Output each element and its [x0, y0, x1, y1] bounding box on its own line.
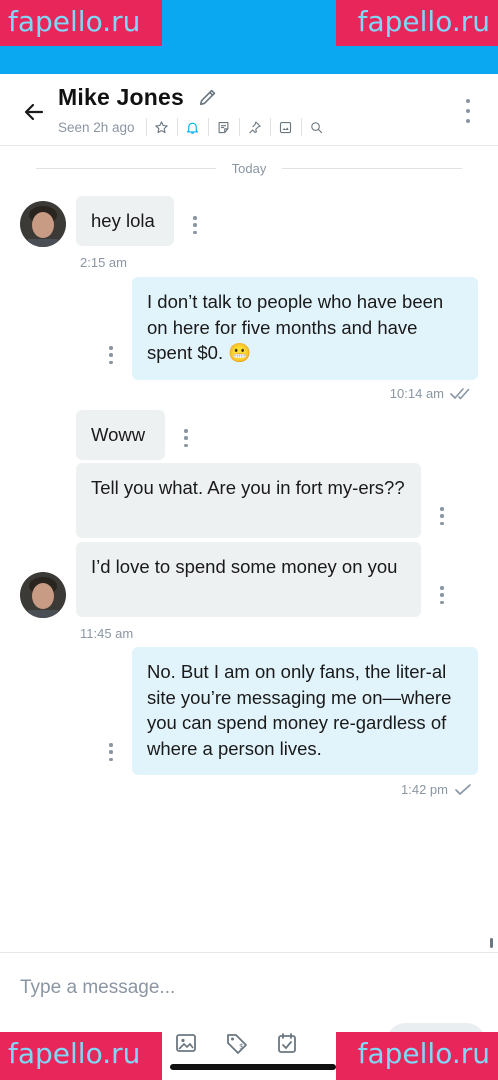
check-icon — [455, 783, 471, 795]
message-options-button[interactable] — [106, 346, 116, 364]
watermark: fapello.ru — [0, 1032, 162, 1080]
message-options-button[interactable] — [181, 429, 191, 447]
message-time: 10:14 am — [389, 386, 444, 401]
header-subline: Seen 2h ago — [58, 118, 329, 136]
divider — [300, 118, 302, 136]
star-icon[interactable] — [152, 117, 172, 137]
watermark: fapello.ru — [336, 1032, 498, 1080]
message-text: I don’t talk to people who have been on … — [147, 291, 444, 363]
message-bubble[interactable]: I don’t talk to people who have been on … — [132, 277, 478, 380]
edit-name-button[interactable] — [197, 86, 221, 110]
divider — [269, 118, 271, 136]
divider — [145, 118, 147, 136]
message-text: Woww — [91, 424, 146, 445]
message-options-button[interactable] — [437, 586, 447, 604]
divider — [176, 118, 178, 136]
pin-icon[interactable] — [245, 117, 265, 137]
image-icon[interactable] — [172, 1029, 200, 1057]
message-bubble[interactable]: Tell you what. Are you in fort my-ers?? — [76, 463, 421, 538]
watermark: fapello.ru — [0, 0, 162, 46]
divider — [238, 118, 240, 136]
avatar[interactable] — [20, 572, 66, 618]
message-bubble[interactable]: No. But I am on only fans, the liter-al … — [132, 647, 478, 775]
message-options-button[interactable] — [190, 216, 200, 234]
home-indicator[interactable] — [170, 1064, 336, 1070]
message-time: 1:42 pm — [401, 782, 448, 797]
double-check-icon — [450, 387, 470, 399]
notes-icon[interactable] — [214, 117, 234, 137]
calendar-check-icon[interactable] — [273, 1029, 301, 1057]
message-bubble[interactable]: hey lola — [76, 196, 174, 246]
message-text: No. But I am on only fans, the liter-al … — [147, 661, 452, 759]
price-tag-icon[interactable]: $ — [223, 1029, 251, 1057]
message-meta: 10:14 am — [390, 386, 474, 401]
pencil-icon — [199, 89, 216, 106]
message-text: Tell you what. Are you in fort my-ers?? — [91, 477, 405, 498]
more-options-button[interactable] — [456, 96, 480, 126]
image-icon[interactable] — [276, 117, 296, 137]
message-text: I’d love to spend some money on you — [91, 556, 398, 577]
message-options-button[interactable] — [437, 507, 447, 525]
message-time: 2:15 am — [80, 255, 127, 270]
message-meta: 1:42 pm — [401, 782, 472, 797]
message-text: hey lola — [91, 210, 155, 231]
back-button[interactable] — [18, 96, 50, 128]
avatar[interactable] — [20, 201, 66, 247]
search-icon[interactable] — [307, 117, 327, 137]
message-bubble[interactable]: Woww — [76, 410, 165, 460]
message-bubble[interactable]: I’d love to spend some money on you — [76, 542, 421, 617]
back-arrow-icon — [24, 103, 44, 121]
watermark: fapello.ru — [336, 0, 498, 46]
chat-header: Mike Jones Seen 2h ago — [0, 74, 498, 146]
bell-icon[interactable] — [183, 117, 203, 137]
message-input[interactable] — [0, 963, 498, 1013]
last-seen: Seen 2h ago — [58, 119, 135, 135]
date-separator: Today — [0, 158, 498, 178]
date-label: Today — [231, 160, 267, 176]
message-options-button[interactable] — [106, 743, 116, 761]
message-time: 11:45 am — [80, 626, 134, 641]
svg-text:$: $ — [239, 1042, 244, 1051]
divider — [207, 118, 209, 136]
scrollbar[interactable] — [490, 938, 493, 948]
contact-name[interactable]: Mike Jones — [58, 84, 184, 111]
